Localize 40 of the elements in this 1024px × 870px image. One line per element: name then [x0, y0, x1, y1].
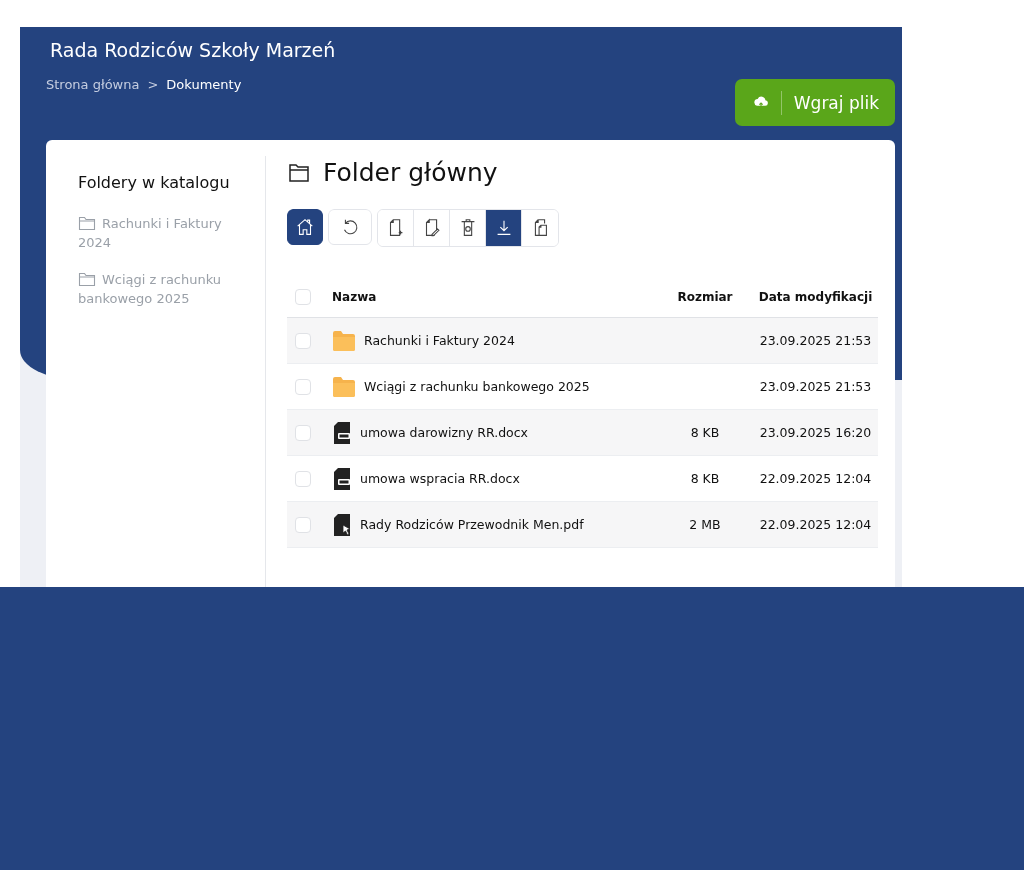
- row-checkbox[interactable]: [295, 332, 311, 349]
- modified-date: 23.09.2025 16:20: [759, 425, 872, 440]
- new-file-button[interactable]: [378, 210, 414, 246]
- breadcrumb-link[interactable]: >: [147, 77, 159, 92]
- home-button[interactable]: [287, 209, 323, 245]
- modified-date: 22.09.2025 12:04: [759, 517, 872, 532]
- file-name[interactable]: Rady Rodziców Przewodnik Men.pdf: [360, 517, 584, 532]
- file-name[interactable]: umowa wspracia RR.docx: [360, 471, 520, 486]
- breadcrumb-current: Dokumenty: [166, 77, 242, 92]
- folder-icon: [332, 375, 356, 398]
- folder-title: Folder główny: [323, 158, 498, 187]
- file-name[interactable]: Wciągi z rachunku bankowego 2025: [364, 379, 590, 394]
- row-checkbox[interactable]: [295, 378, 311, 395]
- modified-date: 23.09.2025 21:53: [759, 333, 872, 348]
- sidebar-title: Foldery w katalogu: [78, 173, 231, 192]
- column-header[interactable]: Nazwa: [332, 290, 665, 304]
- row-checkbox[interactable]: [295, 470, 311, 487]
- file-name[interactable]: umowa darowizny RR.docx: [360, 425, 528, 440]
- folder-icon: [78, 271, 96, 287]
- row-checkbox[interactable]: [295, 516, 311, 533]
- folder-icon: [78, 215, 96, 231]
- column-header[interactable]: Data modyfikacji: [753, 290, 878, 304]
- file-size: 8 KB: [690, 425, 720, 440]
- document-icon: [332, 466, 352, 491]
- row-checkbox[interactable]: [295, 424, 311, 441]
- folder-icon: [332, 329, 356, 352]
- home-icon: [294, 216, 316, 238]
- document-icon: [332, 420, 352, 445]
- modified-date: 22.09.2025 12:04: [759, 471, 872, 486]
- select-all-checkbox[interactable]: [295, 289, 311, 305]
- file-name[interactable]: Rachunki i Faktury 2024: [364, 333, 515, 348]
- modified-date: 23.09.2025 21:53: [759, 379, 872, 394]
- pdf-file-icon: [332, 512, 352, 537]
- file-size: 8 KB: [690, 471, 720, 486]
- file-size: 2 MB: [689, 517, 721, 532]
- site-title: Rada Rodziców Szkoły Marzeń: [50, 39, 336, 61]
- download-button[interactable]: [486, 210, 522, 246]
- breadcrumb-link[interactable]: Strona główna: [46, 77, 140, 92]
- column-header[interactable]: Rozmiar: [665, 290, 745, 304]
- refresh-button[interactable]: [328, 209, 372, 245]
